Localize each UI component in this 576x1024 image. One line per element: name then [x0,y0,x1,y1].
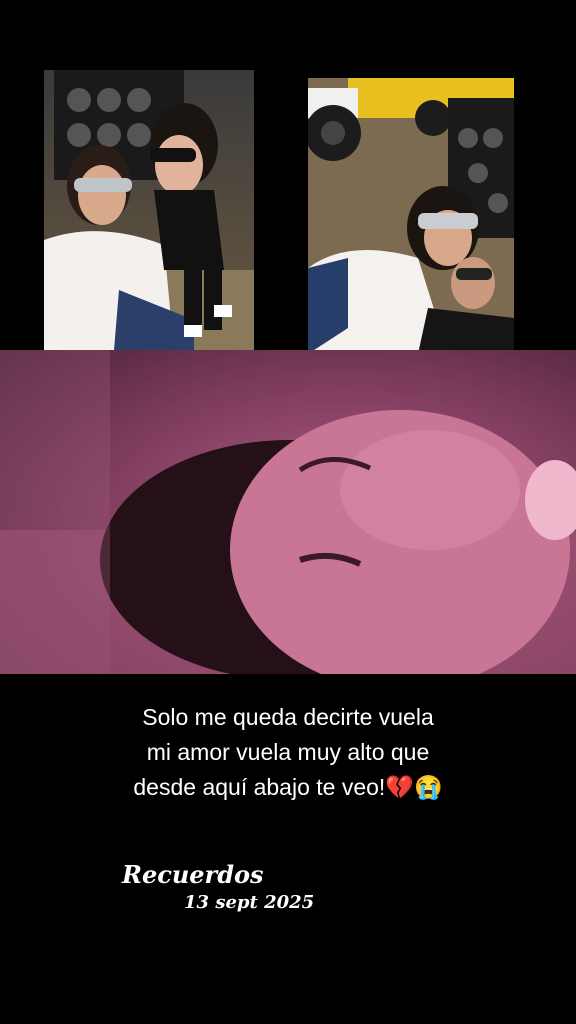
overlay-title: Recuerdos [122,860,264,889]
caption-line-2: mi amor vuela muy alto que [146,739,430,765]
overlay-date: 13 sept 2025 [184,892,315,913]
video-frame-image [0,350,576,674]
selfie-photo-left-image [44,70,254,350]
selfie-photo-right [308,78,514,354]
caption-text: Solo me queda decirte vuela mi amor vuel… [0,700,576,805]
caption-line-3: desde aquí abajo te veo!💔😭 [133,774,443,800]
caption-line-1: Solo me queda decirte vuela [142,704,434,730]
selfie-photo-left [44,70,254,350]
video-frame-memory[interactable] [0,350,576,674]
selfie-photo-right-image [308,78,514,354]
